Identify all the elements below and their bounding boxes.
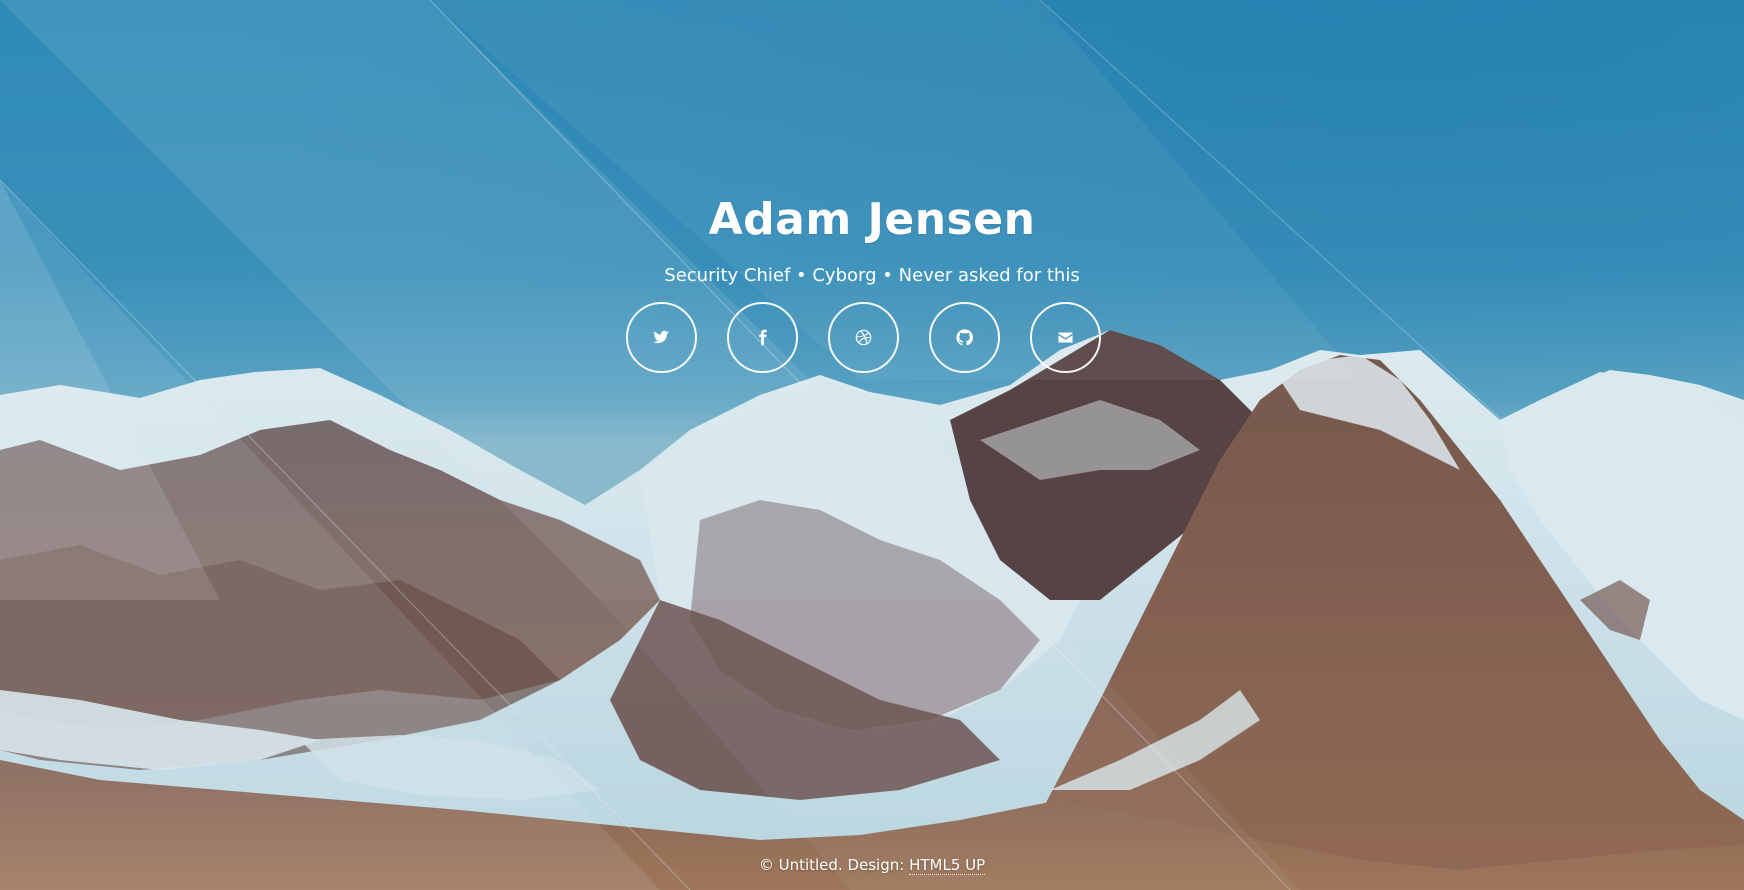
email-button[interactable] xyxy=(1030,302,1101,373)
profile-tagline: Security Chief • Cyborg • Never asked fo… xyxy=(664,265,1080,286)
footer-design-link[interactable]: HTML5 UP xyxy=(909,856,986,875)
profile-name: Adam Jensen xyxy=(708,194,1036,245)
facebook-button[interactable] xyxy=(727,302,798,373)
dribbble-button[interactable] xyxy=(828,302,899,373)
background-scene: Adam Jensen Security Chief • Cyborg • Ne… xyxy=(0,0,1744,890)
profile-header: Adam Jensen Security Chief • Cyborg • Ne… xyxy=(0,188,1744,288)
footer-copyright: © Untitled. Design: xyxy=(758,856,910,874)
social-icons xyxy=(626,302,1101,373)
twitter-button[interactable] xyxy=(626,302,697,373)
github-button[interactable] xyxy=(929,302,1000,373)
facebook-icon xyxy=(759,329,767,346)
twitter-icon xyxy=(653,330,670,344)
envelope-icon xyxy=(1058,332,1073,343)
dribbble-icon xyxy=(855,329,872,346)
overlay-tint xyxy=(0,0,1744,890)
github-icon xyxy=(956,329,973,346)
footer: © Untitled. Design: HTML5 UP xyxy=(0,855,1744,875)
